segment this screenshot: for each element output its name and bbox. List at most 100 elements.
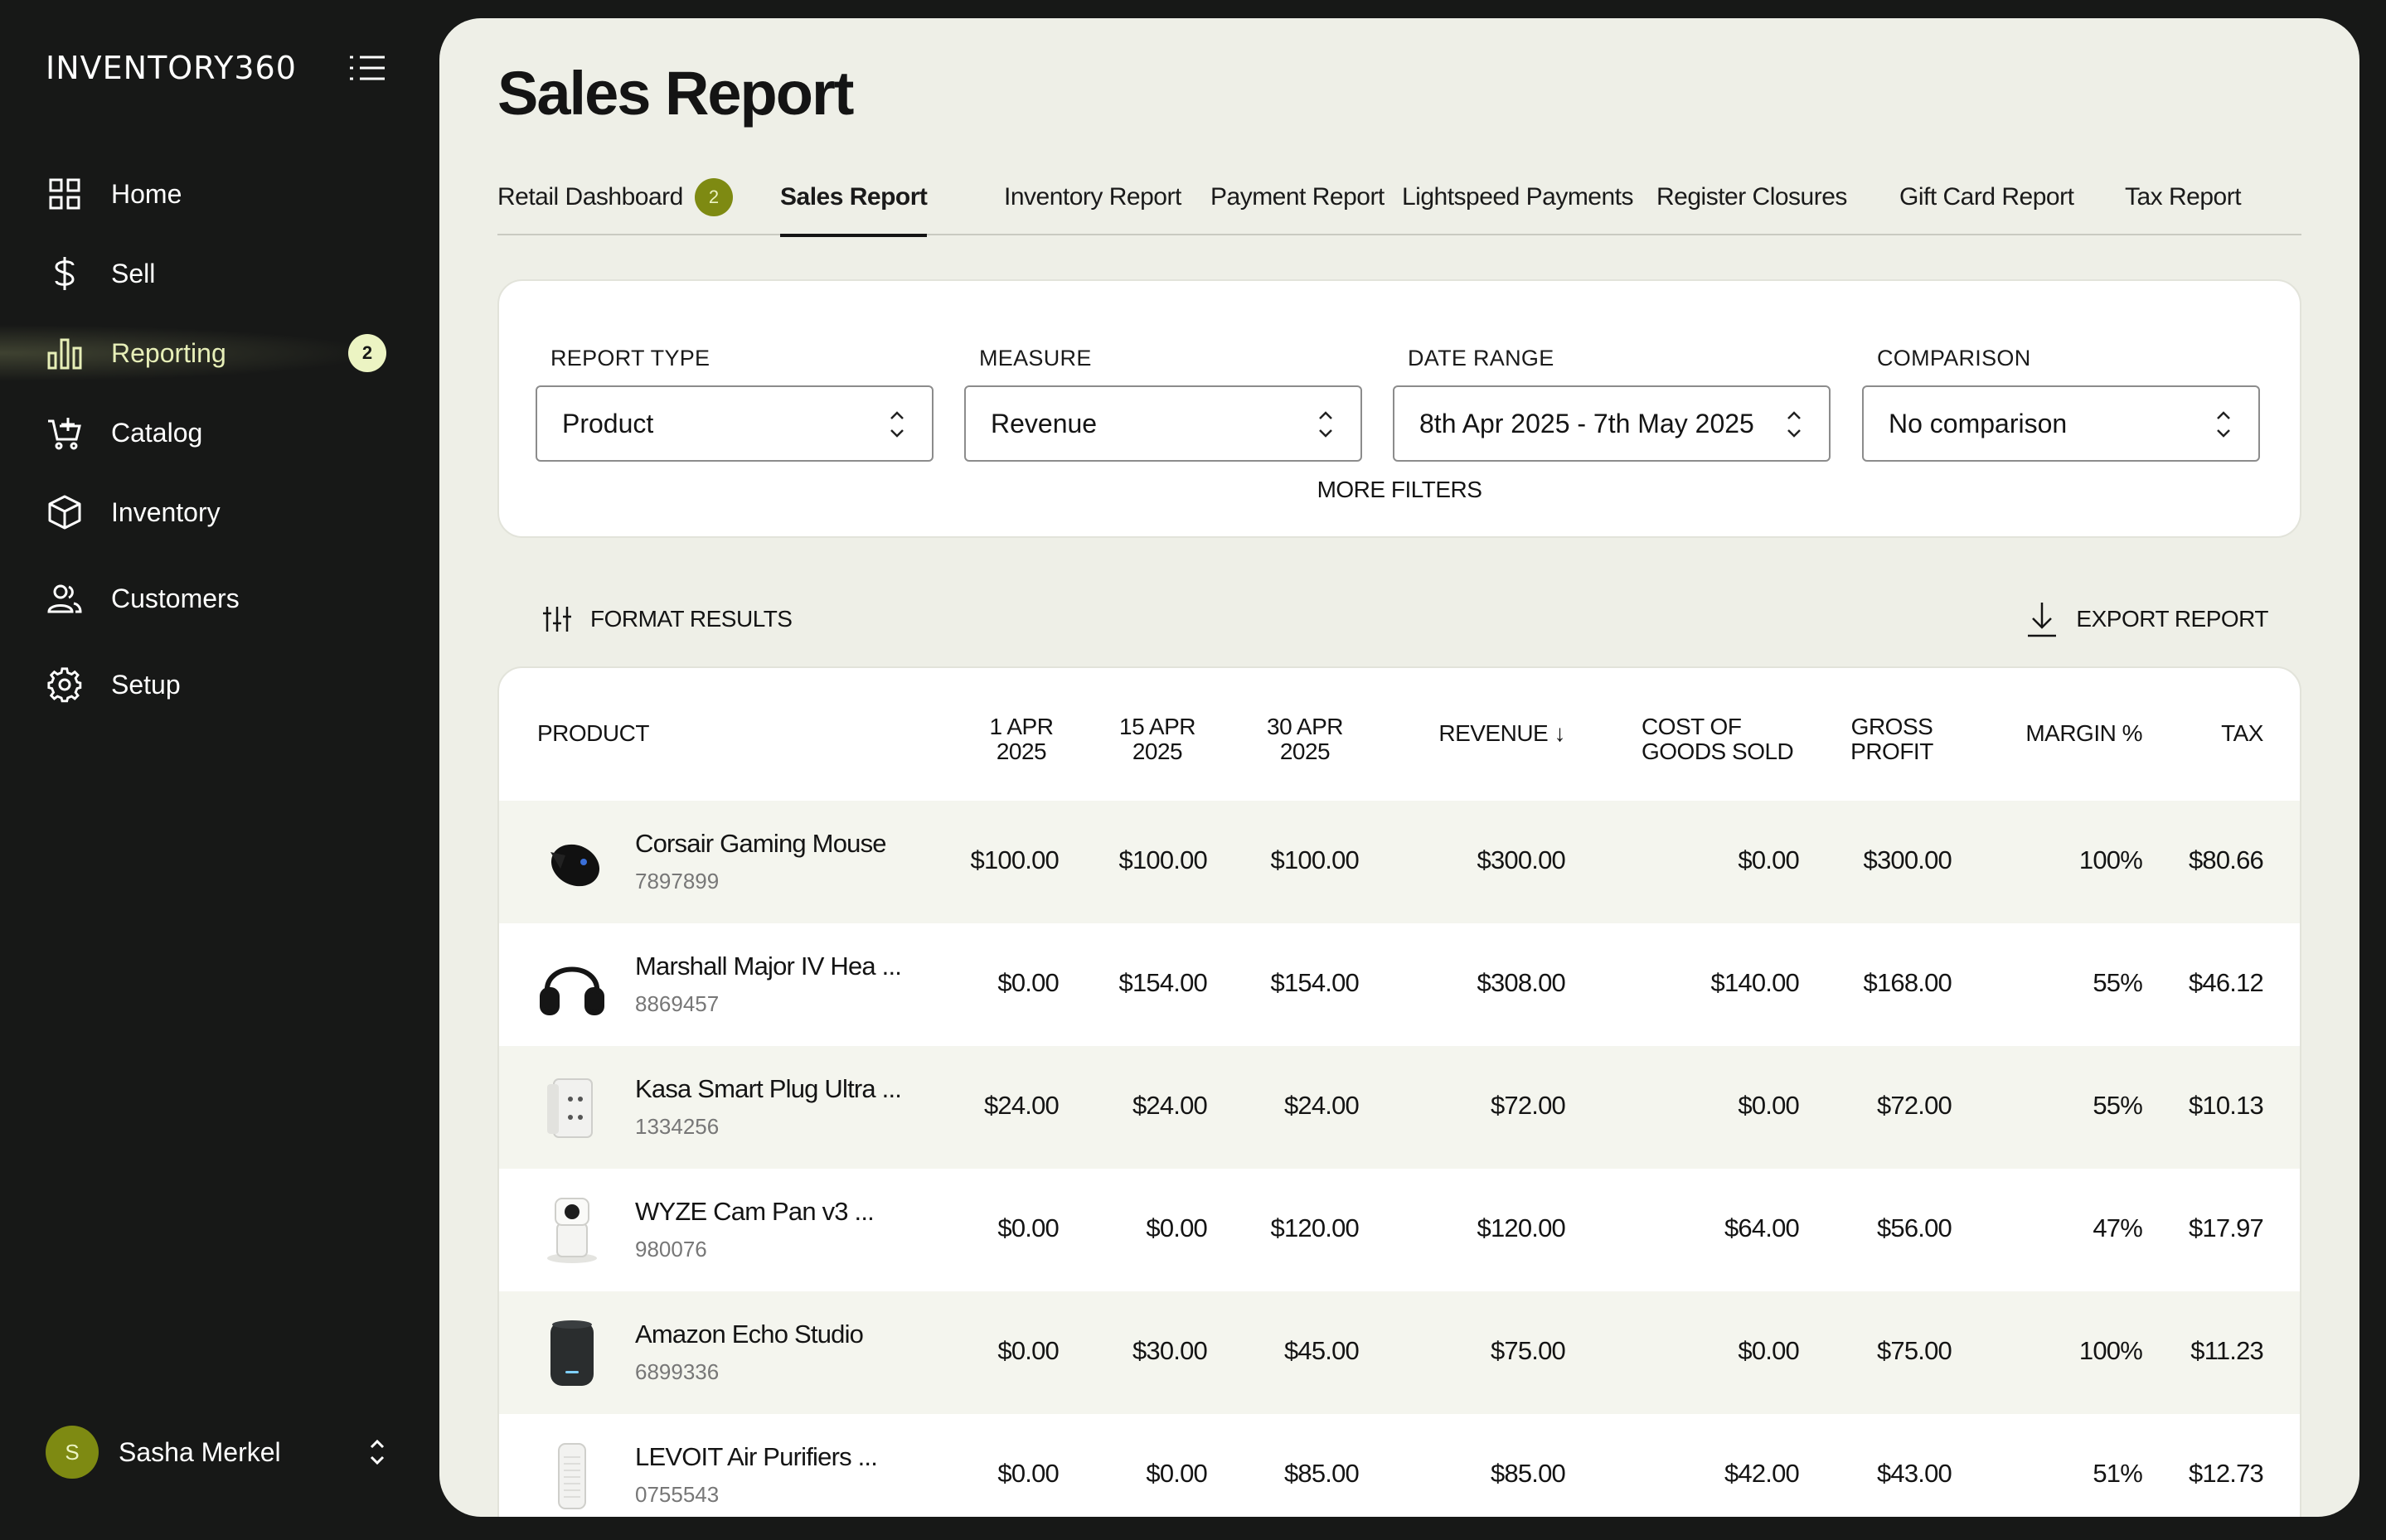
measure-select[interactable]: Revenue: [964, 385, 1362, 462]
table-row[interactable]: WYZE Cam Pan v3 ... 980076 $0.00 $0.00 $120.…: [499, 1169, 2300, 1291]
cell-revenue: $75.00: [1490, 1336, 1566, 1365]
cell-d2: $154.00: [1118, 968, 1208, 997]
cell-d1: $24.00: [983, 1091, 1060, 1120]
cell-d1: $100.00: [970, 845, 1060, 874]
product-name[interactable]: Kasa Smart Plug Ultra ...: [635, 1074, 902, 1104]
col-cost-of-goods-sold[interactable]: COST OF GOODS SOLD: [1642, 714, 1794, 764]
cell-tax: $80.66: [2188, 845, 2264, 874]
product-thumbnail: [532, 1190, 612, 1270]
col-15-apr-2025[interactable]: 15 APR 2025: [1099, 714, 1215, 764]
cell-d1: $0.00: [997, 1336, 1059, 1365]
cell-d3: $120.00: [1270, 1213, 1360, 1242]
cell-d3: $154.00: [1270, 968, 1360, 997]
cell-d2: $0.00: [1146, 1213, 1207, 1242]
cell-revenue: $72.00: [1490, 1091, 1566, 1120]
sidebar-item-inventory[interactable]: Inventory: [0, 479, 439, 545]
sales-table: PRODUCT 1 APR 2025 15 APR 2025 30 APR 20…: [497, 666, 2301, 1517]
report-type-select[interactable]: Product: [536, 385, 934, 462]
users-icon: [46, 580, 83, 617]
select-value: No comparison: [1889, 408, 2068, 438]
cell-cogs: $0.00: [1738, 1091, 1799, 1120]
product-thumbnail: [532, 1436, 612, 1515]
sidebar-item-label: Home: [111, 178, 182, 209]
chevron-up-down-icon: [887, 405, 907, 443]
format-results-button[interactable]: FORMAT RESULTS: [542, 603, 793, 636]
gear-icon: [46, 666, 83, 703]
cell-gross: $300.00: [1863, 845, 1952, 874]
col-gross-profit[interactable]: GROSS PROFIT: [1842, 714, 1942, 764]
sidebar-item-catalog[interactable]: Catalog: [0, 400, 439, 466]
table-row[interactable]: Amazon Echo Studio 6899336 $0.00 $30.00 $45.…: [499, 1291, 2300, 1414]
cell-tax: $11.23: [2190, 1336, 2264, 1365]
col-product[interactable]: PRODUCT: [537, 721, 649, 746]
date-range-select[interactable]: 8th Apr 2025 - 7th May 2025: [1393, 385, 1831, 462]
product-name[interactable]: LEVOIT Air Purifiers ...: [635, 1442, 878, 1472]
brand-logo: INVENTORY360: [46, 50, 297, 86]
header-line: COST OF: [1642, 714, 1742, 739]
chevron-up-down-icon: [2214, 405, 2233, 443]
tab-tax-report[interactable]: Tax Report: [2125, 159, 2242, 235]
cell-d2: $100.00: [1118, 845, 1208, 874]
cell-cogs: $140.00: [1710, 968, 1800, 997]
sidebar-item-sell[interactable]: Sell: [0, 240, 439, 307]
table-row[interactable]: Corsair Gaming Mouse 7897899 $100.00 $100.0…: [499, 801, 2300, 923]
col-30-apr-2025[interactable]: 30 APR 2025: [1247, 714, 1363, 764]
filters-card: REPORT TYPE Product MEASURE Revenue DATE…: [497, 279, 2301, 538]
tab-retail-dashboard[interactable]: Retail Dashboard 2: [497, 159, 733, 235]
export-report-button[interactable]: EXPORT REPORT: [2026, 598, 2268, 640]
col-revenue[interactable]: REVENUE ↓: [1438, 721, 1565, 746]
product-sku: 1334256: [635, 1114, 720, 1139]
comparison-select[interactable]: No comparison: [1862, 385, 2260, 462]
cell-tax: $10.13: [2188, 1091, 2264, 1120]
sidebar-item-label: Reporting: [111, 337, 226, 368]
menu-toggle-icon[interactable]: [348, 53, 386, 83]
cell-d2: $0.00: [1146, 1459, 1207, 1488]
header-line: PROFIT: [1850, 739, 1933, 764]
tab-lightspeed-payments[interactable]: Lightspeed Payments: [1402, 159, 1634, 235]
table-row[interactable]: Marshall Major IV Hea ... 8869457 $0.00 $15…: [499, 923, 2300, 1046]
filter-label: REPORT TYPE: [550, 346, 710, 370]
table-row[interactable]: LEVOIT Air Purifiers ... 0755543 $0.00 $0.0…: [499, 1414, 2300, 1517]
header-line: 30 APR: [1267, 714, 1343, 739]
cell-d3: $100.00: [1270, 845, 1360, 874]
cell-d1: $0.00: [997, 1459, 1059, 1488]
tab-gift-card-report[interactable]: Gift Card Report: [1899, 159, 2074, 235]
cell-d3: $85.00: [1283, 1459, 1360, 1488]
select-value: Revenue: [991, 408, 1098, 438]
cell-d3: $24.00: [1283, 1091, 1360, 1120]
tab-register-closures[interactable]: Register Closures: [1656, 159, 1847, 235]
col-1-apr-2025[interactable]: 1 APR 2025: [963, 714, 1079, 764]
header-line: GOODS SOLD: [1642, 739, 1794, 764]
product-name[interactable]: Corsair Gaming Mouse: [635, 829, 887, 859]
select-value: 8th Apr 2025 - 7th May 2025: [1419, 408, 1754, 438]
tab-label: Payment Report: [1210, 183, 1385, 211]
product-name[interactable]: WYZE Cam Pan v3 ...: [635, 1197, 875, 1227]
dollar-icon: [46, 255, 83, 292]
report-tabs: Retail Dashboard 2 Sales Report Inventor…: [497, 159, 2301, 237]
tab-inventory-report[interactable]: Inventory Report: [1004, 159, 1181, 235]
cell-d1: $0.00: [997, 1213, 1059, 1242]
col-tax[interactable]: TAX: [2221, 721, 2263, 746]
product-name[interactable]: Marshall Major IV Hea ...: [635, 952, 902, 981]
cell-gross: $72.00: [1876, 1091, 1952, 1120]
sidebar-item-setup[interactable]: Setup: [0, 651, 439, 718]
grid-icon: [46, 176, 83, 212]
cell-cogs: $0.00: [1738, 1336, 1799, 1365]
select-value: Product: [562, 408, 654, 438]
sidebar-item-home[interactable]: Home: [0, 161, 439, 227]
product-thumbnail: [532, 945, 612, 1024]
table-row[interactable]: Kasa Smart Plug Ultra ... 1334256 $24.00 $2…: [499, 1046, 2300, 1169]
product-name[interactable]: Amazon Echo Studio: [635, 1320, 864, 1349]
sidebar-item-reporting[interactable]: Reporting 2: [0, 320, 439, 386]
header-line: 2025: [1279, 739, 1331, 764]
tab-payment-report[interactable]: Payment Report: [1210, 159, 1385, 235]
sidebar-item-customers[interactable]: Customers: [0, 565, 439, 632]
tab-sales-report[interactable]: Sales Report: [780, 159, 928, 237]
product-sku: 0755543: [635, 1482, 720, 1507]
cell-margin: 55%: [2093, 1091, 2142, 1120]
chevron-up-down-icon: [361, 1436, 394, 1469]
user-menu[interactable]: S Sasha Merkel: [46, 1426, 394, 1479]
more-filters-button[interactable]: MORE FILTERS: [499, 477, 2300, 503]
chevron-up-down-icon: [1784, 405, 1804, 443]
col-margin[interactable]: MARGIN %: [2025, 721, 2142, 746]
